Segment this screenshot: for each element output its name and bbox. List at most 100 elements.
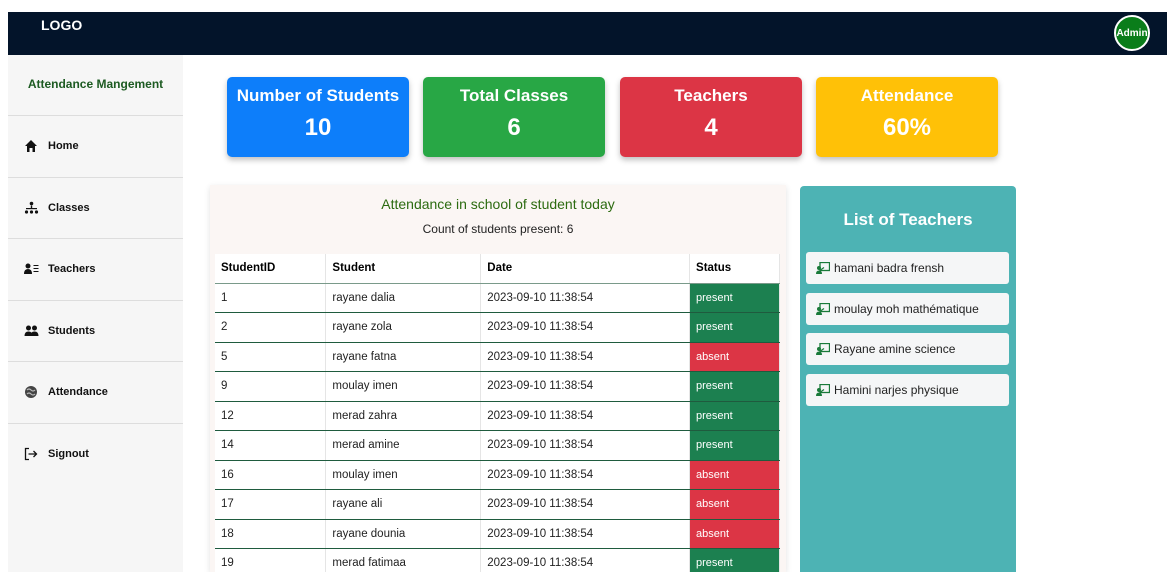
cell-date: 2023-09-10 11:38:54 xyxy=(480,371,691,402)
sidebar-item-teachers[interactable]: Teachers xyxy=(8,239,183,301)
table-row: 5 rayane fatna 2023-09-10 11:38:54 absent xyxy=(215,342,780,372)
teachers-icon xyxy=(23,261,39,277)
teacher-list-item[interactable]: Hamini narjes physique xyxy=(806,373,1009,406)
sidebar-item-attendance[interactable]: Attendance xyxy=(8,362,183,424)
sidebar-item-signout[interactable]: Signout xyxy=(8,424,183,486)
column-header: StudentID xyxy=(215,254,327,284)
cell-student-id: 1 xyxy=(215,283,327,313)
cell-status: present xyxy=(689,312,780,343)
cell-student-name: rayane dalia xyxy=(325,283,482,313)
teacher-name: hamani badra frensh xyxy=(834,261,945,275)
teacher-name: moulay moh mathématique xyxy=(834,301,979,316)
cell-date: 2023-09-10 11:38:54 xyxy=(480,430,691,461)
sidebar-item-label: Teachers xyxy=(48,263,96,276)
table-row: 18 rayane dounia 2023-09-10 11:38:54 absent xyxy=(215,519,780,549)
cell-student-id: 12 xyxy=(215,401,327,431)
teachers-title: List of Teachers xyxy=(843,210,973,229)
sidebar-item-home[interactable]: Home xyxy=(8,116,183,178)
cell-student-id: 18 xyxy=(215,519,327,549)
card-value: 4 xyxy=(704,114,718,141)
table-row: 12 merad zahra 2023-09-10 11:38:54 present xyxy=(215,401,780,431)
table-row: 1 rayane dalia 2023-09-10 11:38:54 present xyxy=(215,283,780,313)
table-row: 9 moulay imen 2023-09-10 11:38:54 present xyxy=(215,371,780,402)
cell-student-name: rayane fatna xyxy=(325,342,482,372)
card-title: Attendance xyxy=(860,86,954,105)
table-row: 2 rayane zola 2023-09-10 11:38:54 present xyxy=(215,312,780,343)
cell-student-id: 5 xyxy=(215,342,327,372)
column-header: Date xyxy=(480,254,691,284)
card-number-of-students: Number of Students 10 xyxy=(227,77,409,157)
cell-student-id: 9 xyxy=(215,371,327,402)
table-header-row: StudentID Student Date Status xyxy=(215,254,780,284)
sidebar-item-students[interactable]: Students xyxy=(8,301,183,362)
card-attendance: Attendance 60% xyxy=(816,77,998,157)
cell-status: present xyxy=(689,401,780,431)
cell-student-id: 16 xyxy=(215,460,327,490)
cell-status: present xyxy=(689,371,780,402)
classes-icon xyxy=(23,200,39,216)
sidebar-item-label: Classes xyxy=(48,201,90,214)
cell-date: 2023-09-10 11:38:54 xyxy=(480,548,691,572)
card-value: 60% xyxy=(882,114,932,141)
cell-student-id: 17 xyxy=(215,489,327,520)
teachers-panel: List of Teachers hamani badra frensh moul… xyxy=(800,186,1016,572)
cell-date: 2023-09-10 11:38:54 xyxy=(480,342,691,372)
cell-status: absent xyxy=(689,519,780,549)
sidebar-item-label: Students xyxy=(48,324,96,337)
chalkboard-teacher-icon xyxy=(816,302,830,315)
table-row: 17 rayane ali 2023-09-10 11:38:54 absent xyxy=(215,489,780,520)
column-header: Student xyxy=(325,254,482,284)
cell-date: 2023-09-10 11:38:54 xyxy=(480,283,691,313)
cell-student-id: 19 xyxy=(215,548,327,572)
table-row: 16 moulay imen 2023-09-10 11:38:54 absent xyxy=(215,460,780,490)
cell-date: 2023-09-10 11:38:54 xyxy=(480,312,691,343)
card-teachers: Teachers 4 xyxy=(620,77,802,157)
cell-student-name: merad zahra xyxy=(325,401,482,431)
logo[interactable]: LOGO xyxy=(41,17,82,33)
column-header: Status xyxy=(689,254,780,284)
chalkboard-teacher-icon xyxy=(816,383,830,396)
card-value: 10 xyxy=(304,114,332,141)
sidebar-item-label: Signout xyxy=(48,448,89,461)
cell-date: 2023-09-10 11:38:54 xyxy=(480,401,691,431)
cell-student-id: 2 xyxy=(215,312,327,343)
cell-status: present xyxy=(689,283,780,313)
attendance-table: StudentID Student Date Status 1 rayane da… xyxy=(215,254,780,572)
attendance-panel: Attendance in school of student today Co… xyxy=(210,185,786,572)
cell-student-name: rayane ali xyxy=(325,489,482,520)
sidebar-item-classes[interactable]: Classes xyxy=(8,178,183,239)
chalkboard-teacher-icon xyxy=(816,343,830,355)
sidebar: Attendance Mangement Home Classes Teache… xyxy=(8,55,183,572)
cell-status: absent xyxy=(689,460,780,490)
admin-avatar[interactable]: Admin xyxy=(1114,15,1150,51)
cell-status: absent xyxy=(689,342,780,372)
top-navbar: LOGO Admin xyxy=(8,12,1167,55)
sidebar-title: Attendance Mangement xyxy=(8,55,183,116)
cell-date: 2023-09-10 11:38:54 xyxy=(480,489,691,520)
attendance-icon xyxy=(23,384,39,400)
home-icon xyxy=(23,138,39,154)
card-title: Number of Students xyxy=(236,86,400,105)
cell-date: 2023-09-10 11:38:54 xyxy=(480,460,691,490)
card-title: Total Classes xyxy=(459,86,569,105)
table-row: 19 merad fatimaa 2023-09-10 11:38:54 presen… xyxy=(215,548,780,572)
cell-student-name: rayane zola xyxy=(325,312,482,343)
card-value: 6 xyxy=(507,114,521,141)
cell-student-name: moulay imen xyxy=(325,460,482,490)
chalkboard-teacher-icon xyxy=(816,262,830,274)
teacher-list: hamani badra frensh moulay moh mathématiq… xyxy=(800,252,1016,406)
cell-student-name: merad fatimaa xyxy=(325,548,482,572)
teacher-list-item[interactable]: moulay moh mathématique xyxy=(806,292,1009,325)
cell-student-name: moulay imen xyxy=(325,371,482,402)
teacher-list-item[interactable]: hamani badra frensh xyxy=(806,252,1009,284)
sidebar-item-label: Attendance xyxy=(48,386,108,399)
cell-date: 2023-09-10 11:38:54 xyxy=(480,519,691,549)
cell-student-id: 14 xyxy=(215,430,327,461)
attendance-table-body: 1 rayane dalia 2023-09-10 11:38:54 present 2… xyxy=(215,283,780,572)
card-total-classes: Total Classes 6 xyxy=(423,77,605,157)
teacher-list-item[interactable]: Rayane amine science xyxy=(806,333,1009,365)
cell-student-name: rayane dounia xyxy=(325,519,482,549)
table-row: 14 merad amine 2023-09-10 11:38:54 present xyxy=(215,430,780,461)
cell-status: present xyxy=(689,430,780,461)
cell-status: absent xyxy=(689,489,780,520)
